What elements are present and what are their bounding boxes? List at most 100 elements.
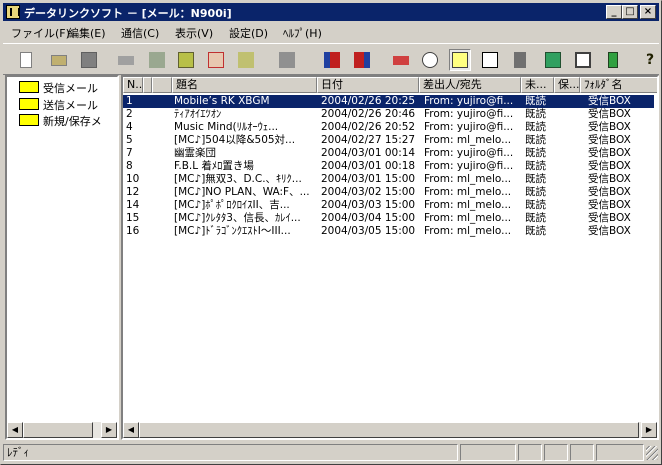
- column-from[interactable]: 差出人/宛先: [419, 77, 521, 93]
- cell-subject: Music Mind(ﾘﾙｵｰｳｪ...: [174, 121, 279, 133]
- delete-icon[interactable]: [205, 49, 227, 71]
- cell-folder: 受信BOX: [588, 225, 631, 237]
- menu-bar: ファイル(F) 編集(E) 通信(C) 表示(V) 設定(D) ﾍﾙﾌﾟ(H): [3, 23, 659, 41]
- column-flag[interactable]: [143, 77, 152, 93]
- cell-folder: 受信BOX: [588, 212, 631, 224]
- cell-from: From: yujiro@fi...: [424, 95, 514, 107]
- cell-status: 既読: [525, 121, 546, 133]
- cell-n: 4: [126, 121, 133, 133]
- column-protect[interactable]: 保...: [554, 77, 580, 93]
- menu-settings[interactable]: 設定(D): [229, 25, 268, 41]
- status-pane: [570, 444, 594, 461]
- schedule-icon[interactable]: [572, 49, 594, 71]
- table-row[interactable]: 1 Mobile’s RK XBGM 2004/02/26 20:25 From: y…: [123, 95, 654, 108]
- cell-from: From: ml_melo...: [424, 186, 512, 198]
- help-icon[interactable]: ?: [639, 49, 661, 71]
- cell-folder: 受信BOX: [588, 121, 631, 133]
- folder-open-icon: [19, 81, 39, 93]
- minimize-button[interactable]: _: [606, 5, 622, 19]
- cell-folder: 受信BOX: [588, 160, 631, 172]
- cell-date: 2004/02/26 20:25: [321, 95, 416, 107]
- import-icon[interactable]: [175, 49, 197, 71]
- menu-help[interactable]: ﾍﾙﾌﾟ(H): [283, 25, 322, 41]
- table-row[interactable]: 2 ﾃｨｱｵｲｴﾂｵﾝ 2004/02/26 20:46 From: yujiro@f…: [123, 108, 654, 121]
- table-row[interactable]: 16 [MC♪]ﾄﾞﾗｺﾞﾝｸｴｽﾄI～III... 2004/03/05 15:0…: [123, 225, 654, 238]
- scroll-thumb[interactable]: [23, 422, 93, 438]
- cell-n: 14: [126, 199, 140, 211]
- status-pane: [544, 444, 568, 461]
- scroll-right-icon[interactable]: ▶: [101, 422, 117, 438]
- cell-from: From: ml_melo...: [424, 212, 512, 224]
- cell-status: 既読: [525, 186, 546, 198]
- open-icon[interactable]: [48, 49, 70, 71]
- cell-date: 2004/02/26 20:46: [321, 108, 416, 120]
- menu-view[interactable]: 表示(V): [175, 25, 213, 41]
- maximize-button[interactable]: □: [622, 5, 638, 19]
- cell-date: 2004/03/05 15:00: [321, 225, 416, 237]
- status-pane: [596, 444, 644, 461]
- table-row[interactable]: 10 [MC♪]無双3、D.C.、ｷﾘｸ... 2004/03/01 15:00 Fr…: [123, 173, 654, 186]
- column-number[interactable]: N..: [123, 77, 143, 93]
- mail-rows: 1 Mobile’s RK XBGM 2004/02/26 20:25 From: y…: [123, 95, 657, 415]
- cell-subject: [MC♪]504以降&505対...: [174, 134, 296, 146]
- cell-status: 既読: [525, 212, 546, 224]
- backup-icon[interactable]: [390, 49, 412, 71]
- cell-from: From: ml_melo...: [424, 199, 512, 211]
- title-bar[interactable]: データリンクソフト － [メール：N900i] _ □ ×: [3, 3, 659, 21]
- cell-status: 既読: [525, 147, 546, 159]
- column-folder[interactable]: ﾌｫﾙﾀﾞ名: [580, 77, 657, 93]
- table-row[interactable]: 14 [MC♪]ﾎﾟﾎﾟﾛｸﾛｲｽII、吉... 2004/03/03 15:00 F…: [123, 199, 654, 212]
- cell-date: 2004/03/01 00:14: [321, 147, 416, 159]
- cell-folder: 受信BOX: [588, 95, 631, 107]
- menu-edit[interactable]: 編集(E): [68, 25, 106, 41]
- phone-icon[interactable]: [602, 49, 624, 71]
- table-row[interactable]: 15 [MC♪]ｸﾚﾀﾀ3、信長、ｶﾚｲ... 2004/03/04 15:00 Fr…: [123, 212, 654, 225]
- table-row[interactable]: 12 [MC♪]NO PLAN、WA:F、... 2004/03/02 15:00 F…: [123, 186, 654, 199]
- table-row[interactable]: 4 Music Mind(ﾘﾙｵｰｳｪ... 2004/02/26 20:52 Fro…: [123, 121, 654, 134]
- reply-icon[interactable]: [276, 49, 298, 71]
- mail-icon[interactable]: [449, 49, 471, 71]
- menu-file[interactable]: ファイル(F): [11, 25, 70, 41]
- scroll-right-icon[interactable]: ▶: [641, 422, 657, 438]
- send-icon[interactable]: [235, 49, 257, 71]
- print-icon[interactable]: [115, 49, 137, 71]
- size-grip-icon[interactable]: [646, 446, 658, 460]
- table-row[interactable]: 8 F.B.L 着ﾒﾛ置き場 2004/03/01 00:18 From: yujir…: [123, 160, 654, 173]
- settings-icon[interactable]: [419, 49, 441, 71]
- cell-from: From: yujiro@fi...: [424, 160, 514, 172]
- new-icon[interactable]: [15, 49, 37, 71]
- table-row[interactable]: 5 [MC♪]504以降&505対... 2004/02/27 15:27 From:…: [123, 134, 654, 147]
- column-attach[interactable]: [152, 77, 172, 93]
- tree-horizontal-scrollbar[interactable]: ◀ ▶: [7, 422, 117, 438]
- app-icon[interactable]: [6, 5, 20, 19]
- cell-folder: 受信BOX: [588, 199, 631, 211]
- send-phone-icon[interactable]: [351, 49, 373, 71]
- status-text: ﾚﾃﾞｨ: [3, 444, 458, 461]
- cell-date: 2004/03/02 15:00: [321, 186, 416, 198]
- cell-n: 8: [126, 160, 133, 172]
- cell-status: 既読: [525, 160, 546, 172]
- table-row[interactable]: 7 幽霊楽団 2004/03/01 00:14 From: yujiro@fi... 既…: [123, 147, 654, 160]
- memo-icon[interactable]: [479, 49, 501, 71]
- column-subject[interactable]: 題名: [172, 77, 317, 93]
- copy-icon[interactable]: [146, 49, 168, 71]
- scroll-thumb[interactable]: [139, 422, 639, 438]
- scroll-left-icon[interactable]: ◀: [7, 422, 23, 438]
- menu-communication[interactable]: 通信(C): [121, 25, 159, 41]
- save-icon[interactable]: [78, 49, 100, 71]
- cell-n: 1: [126, 95, 133, 107]
- cell-subject: [MC♪]ﾎﾟﾎﾟﾛｸﾛｲｽII、吉...: [174, 199, 290, 211]
- list-horizontal-scrollbar[interactable]: ◀ ▶: [123, 422, 657, 438]
- phonebook-icon[interactable]: [511, 49, 533, 71]
- cell-from: From: ml_melo...: [424, 134, 512, 146]
- close-button[interactable]: ×: [640, 5, 656, 19]
- receive-icon[interactable]: [321, 49, 343, 71]
- column-date[interactable]: 日付: [317, 77, 419, 93]
- cell-folder: 受信BOX: [588, 147, 631, 159]
- image-icon[interactable]: [542, 49, 564, 71]
- scroll-left-icon[interactable]: ◀: [123, 422, 139, 438]
- status-pane: [518, 444, 542, 461]
- column-unread[interactable]: 未...: [521, 77, 554, 93]
- cell-date: 2004/03/01 00:18: [321, 160, 416, 172]
- cell-date: 2004/02/27 15:27: [321, 134, 416, 146]
